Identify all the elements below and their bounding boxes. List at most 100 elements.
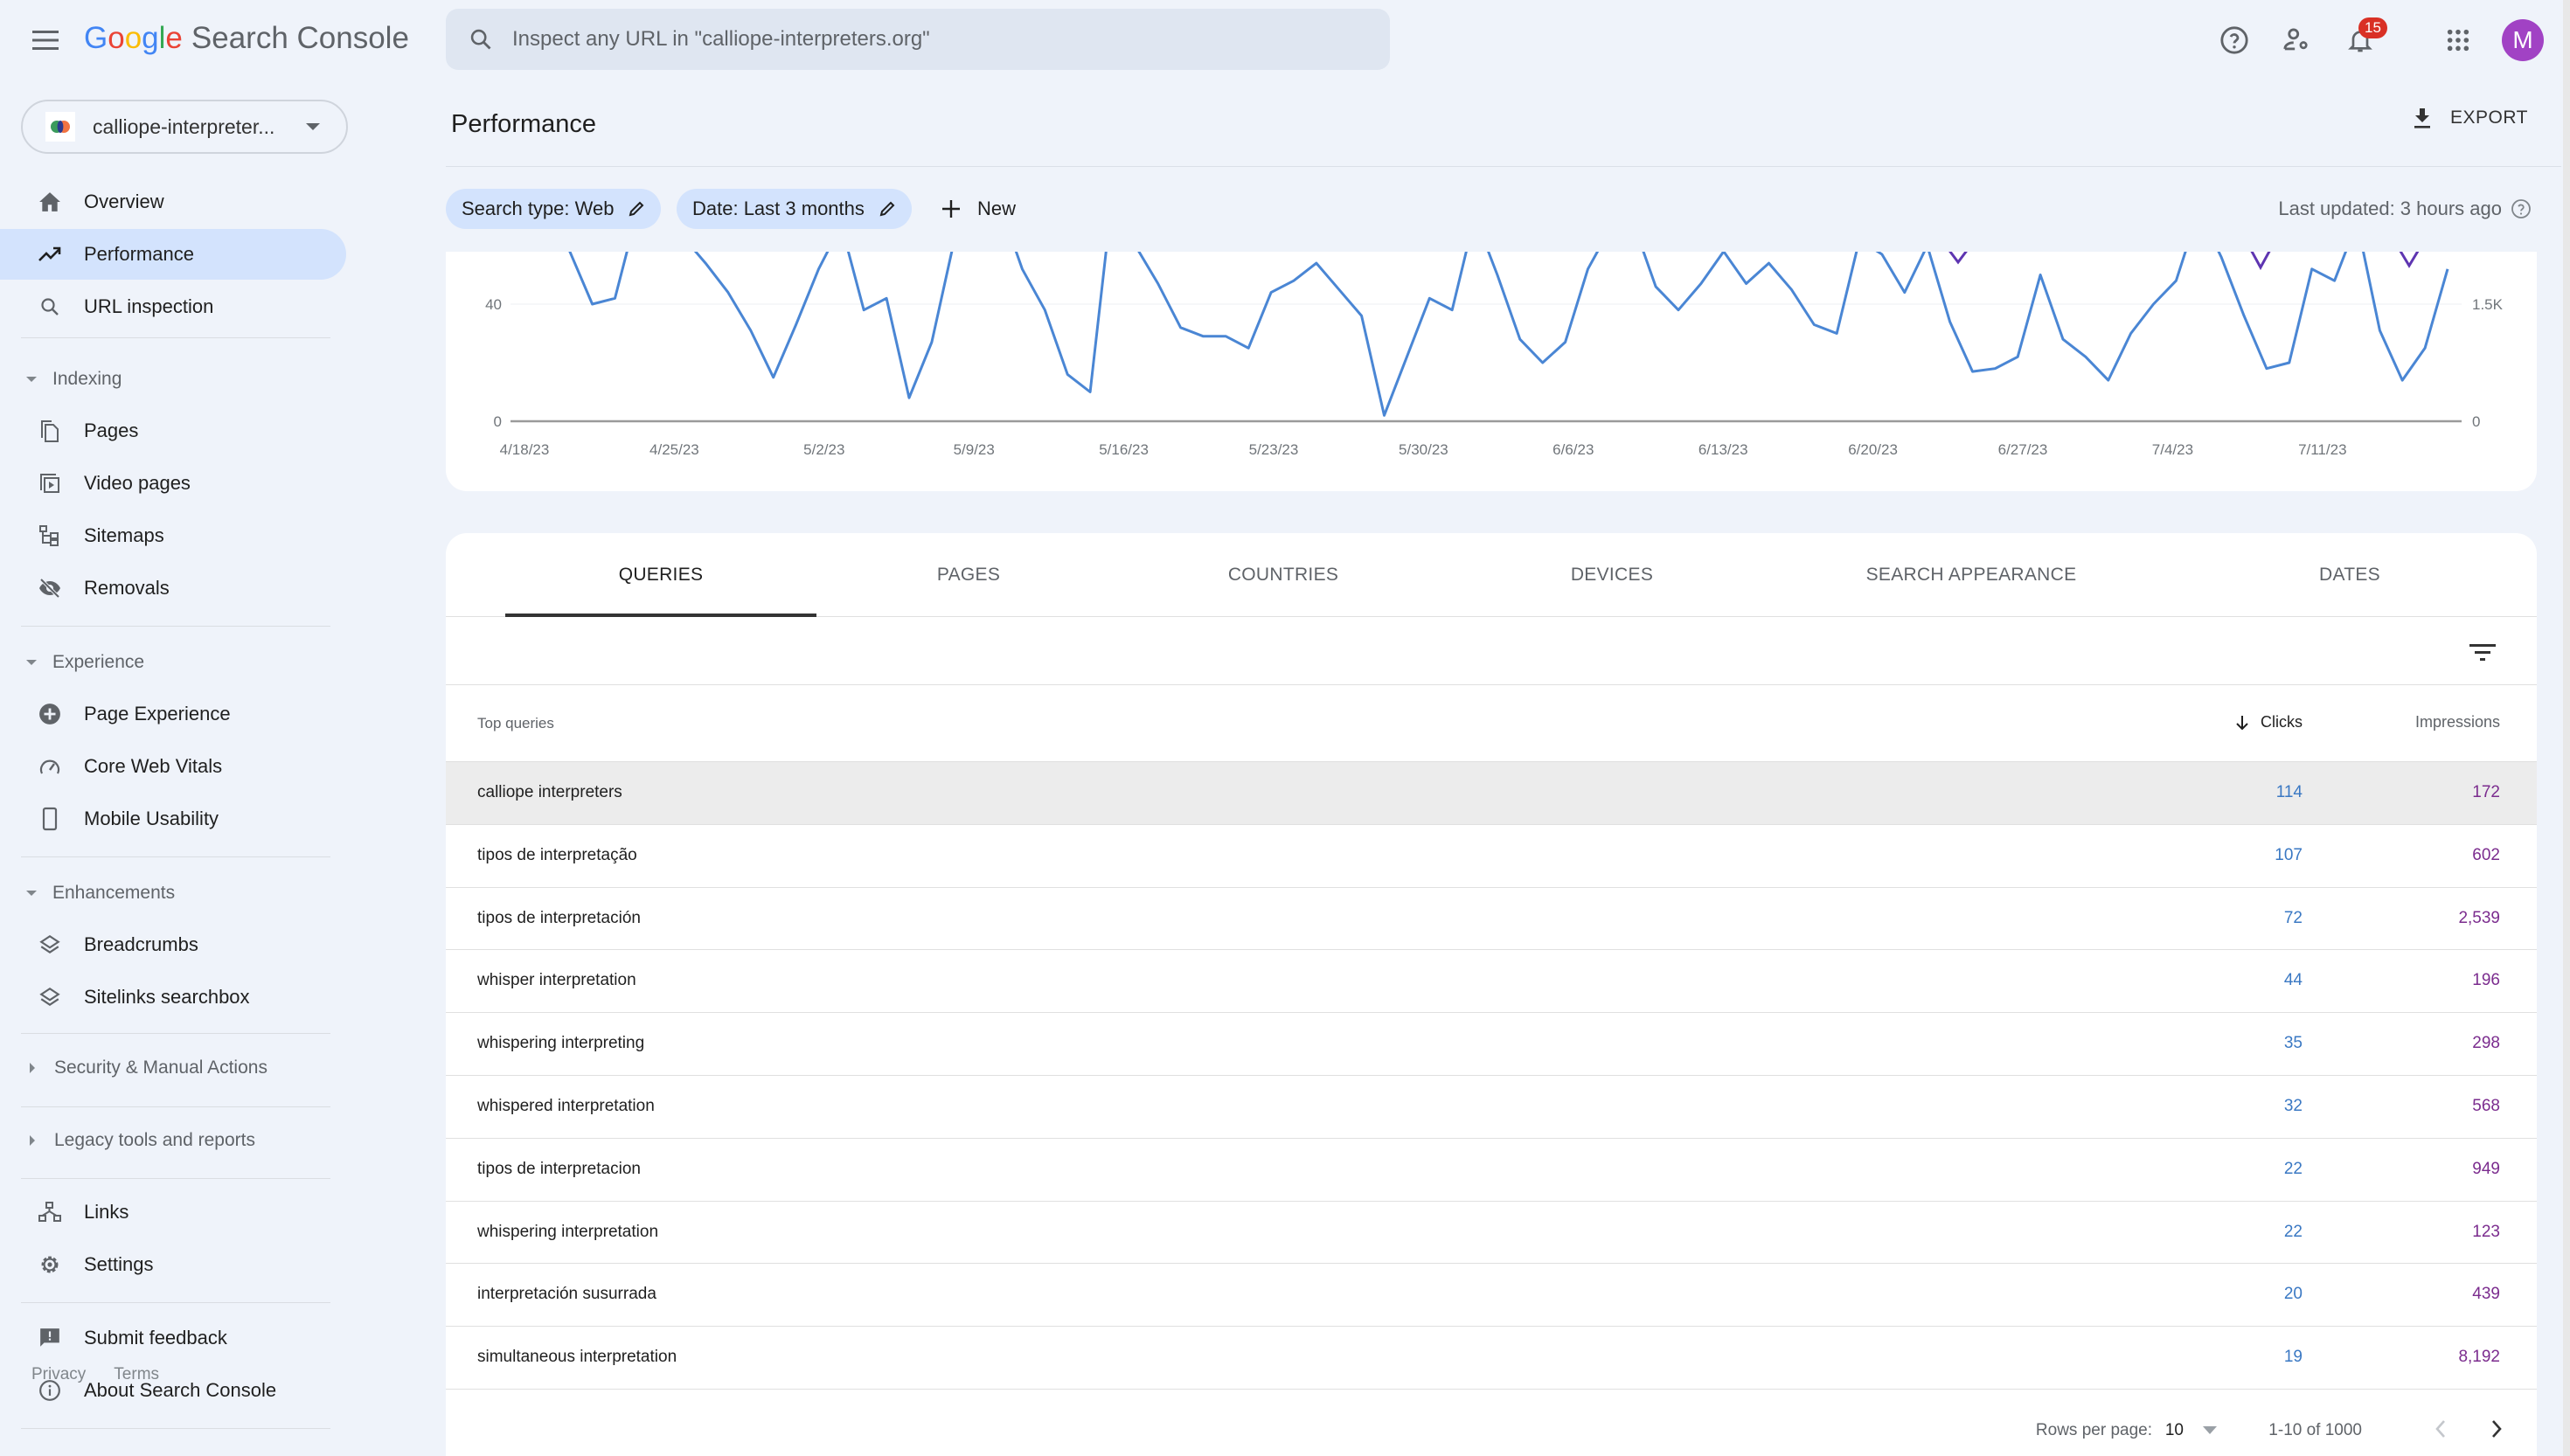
- filter-chip-label: Date: Last 3 months: [692, 198, 865, 219]
- help-button[interactable]: [2213, 19, 2255, 61]
- speed-gauge-icon: [39, 759, 60, 774]
- nav-overview[interactable]: Overview: [0, 177, 346, 227]
- filter-rows-button[interactable]: [2463, 633, 2502, 671]
- section-security-toggle[interactable]: Security & Manual Actions: [26, 1050, 267, 1085]
- x-axis-tick-label: 5/23/23: [1249, 441, 1299, 458]
- nav-sitelinks-searchbox[interactable]: Sitelinks searchbox: [0, 972, 346, 1023]
- right-axis-tick-label: 0: [2472, 413, 2480, 430]
- previous-page-button[interactable]: [2432, 1416, 2449, 1447]
- impressions-series-segment: [2250, 252, 2271, 271]
- table-row[interactable]: tipos de interpretação 107 602: [446, 825, 2537, 888]
- rows-per-page-select[interactable]: 10: [2165, 1421, 2217, 1440]
- apps-button[interactable]: [2437, 19, 2479, 61]
- rows-per-page-value: 10: [2164, 1421, 2184, 1439]
- property-selector[interactable]: calliope-interpreter...: [21, 100, 348, 154]
- x-axis-tick-label: 5/30/23: [1399, 441, 1448, 458]
- nav-label: Sitelinks searchbox: [84, 986, 250, 1008]
- next-page-button[interactable]: [2488, 1416, 2505, 1447]
- section-title: Legacy tools and reports: [54, 1130, 255, 1150]
- table-toolbar: [446, 617, 2537, 685]
- nav-performance[interactable]: Performance: [0, 229, 346, 280]
- tab-queries[interactable]: QUERIES: [505, 533, 816, 617]
- url-inspect-search[interactable]: [446, 9, 1390, 70]
- nav-url-inspection[interactable]: URL inspection: [0, 281, 346, 332]
- query-cell: interpretación susurrada: [477, 1285, 656, 1304]
- gear-icon: [41, 1256, 59, 1273]
- nav-label: Video pages: [84, 472, 191, 494]
- nav-video-pages[interactable]: Video pages: [0, 458, 346, 509]
- edit-pencil-icon: [879, 201, 895, 217]
- privacy-link[interactable]: Privacy: [31, 1365, 86, 1384]
- right-axis-tick-label: 1.5K: [2472, 296, 2504, 313]
- nav-breadcrumbs[interactable]: Breadcrumbs: [0, 919, 346, 970]
- table-row[interactable]: whispered interpretation 32 568: [446, 1076, 2537, 1139]
- nav-pages[interactable]: Pages: [0, 406, 346, 456]
- clicks-cell: 114: [2275, 783, 2303, 801]
- logo-letter: o: [124, 21, 142, 55]
- expand-arrow-icon: [26, 891, 37, 896]
- main-menu-button[interactable]: [26, 21, 65, 59]
- url-inspect-input[interactable]: [512, 27, 1299, 52]
- nav-links[interactable]: Links: [0, 1187, 346, 1238]
- home-icon: [39, 192, 60, 211]
- plus-icon: [942, 200, 960, 218]
- clicks-cell: 19: [2283, 1348, 2303, 1367]
- new-filter-button[interactable]: New: [941, 189, 1016, 229]
- nav-label: Submit feedback: [84, 1327, 227, 1349]
- section-indexing-toggle[interactable]: Indexing: [26, 362, 122, 397]
- clicks-cell: 72: [2283, 908, 2303, 927]
- page-scrollbar[interactable]: [2563, 0, 2570, 1456]
- export-button[interactable]: EXPORT: [2412, 107, 2528, 129]
- tab-search-appearance[interactable]: SEARCH APPEARANCE: [1731, 533, 2212, 617]
- logo-letter: g: [142, 21, 159, 55]
- trending-up-icon: [38, 246, 61, 261]
- section-experience-toggle[interactable]: Experience: [26, 645, 144, 680]
- tab-pages[interactable]: PAGES: [813, 533, 1124, 617]
- logo-letter: o: [108, 21, 125, 55]
- nav-core-web-vitals[interactable]: Core Web Vitals: [0, 741, 346, 792]
- property-favicon: [45, 112, 75, 142]
- account-avatar[interactable]: M: [2502, 19, 2544, 61]
- notifications-button[interactable]: 15: [2339, 17, 2387, 61]
- table-row[interactable]: calliope interpreters 114 172: [446, 762, 2537, 825]
- section-enhancements-toggle[interactable]: Enhancements: [26, 876, 175, 911]
- table-row[interactable]: whispering interpreting 35 298: [446, 1013, 2537, 1076]
- property-name: calliope-interpreter...: [93, 114, 275, 138]
- feedback-icon: [40, 1328, 59, 1347]
- nav-label: Pages: [84, 419, 139, 441]
- table-row[interactable]: tipos de interpretacion 22 949: [446, 1139, 2537, 1202]
- help-icon[interactable]: [2511, 198, 2532, 219]
- nav-sitemaps[interactable]: Sitemaps: [0, 510, 346, 561]
- users-permissions-button[interactable]: [2276, 19, 2318, 61]
- terms-link[interactable]: Terms: [114, 1365, 159, 1384]
- search-console-logo[interactable]: Google Search Console: [84, 21, 409, 56]
- nav-removals[interactable]: Removals: [0, 563, 346, 614]
- table-row[interactable]: simultaneous interpretation 19 8,192: [446, 1327, 2537, 1390]
- sidebar-divider: [21, 1106, 330, 1107]
- table-row[interactable]: interpretación susurrada 20 439: [446, 1264, 2537, 1328]
- nav-submit-feedback[interactable]: Submit feedback: [0, 1313, 346, 1363]
- nav-label: Overview: [84, 191, 164, 212]
- table-row[interactable]: whisper interpretation 44 196: [446, 950, 2537, 1014]
- pagination: Rows per page: 10 1-10 of 1000: [446, 1407, 2537, 1456]
- nav-page-experience[interactable]: Page Experience: [0, 689, 346, 739]
- filter-chip-date[interactable]: Date: Last 3 months: [677, 189, 912, 229]
- column-header-impressions[interactable]: Impressions: [2415, 713, 2500, 731]
- column-header-clicks[interactable]: Clicks: [2234, 713, 2303, 731]
- pages-icon: [41, 420, 59, 442]
- plus-circle-icon: [39, 704, 60, 725]
- nav-settings[interactable]: Settings: [0, 1239, 346, 1290]
- clicks-series-line: [568, 252, 2449, 417]
- top-app-bar: Google Search Console 15 M: [0, 0, 2570, 80]
- section-legacy-toggle[interactable]: Legacy tools and reports: [26, 1123, 255, 1158]
- nav-label: URL inspection: [84, 295, 214, 317]
- table-row[interactable]: tipos de interpretación 72 2,539: [446, 888, 2537, 951]
- tab-countries[interactable]: COUNTRIES: [1128, 533, 1439, 617]
- tab-devices[interactable]: DEVICES: [1456, 533, 1768, 617]
- nav-label: Sitemaps: [84, 524, 164, 546]
- collapsed-arrow-icon: [30, 1063, 35, 1073]
- tab-dates[interactable]: DATES: [2194, 533, 2505, 617]
- nav-mobile-usability[interactable]: Mobile Usability: [0, 794, 346, 844]
- filter-chip-search-type[interactable]: Search type: Web: [446, 189, 662, 229]
- table-row[interactable]: whispering interpretation 22 123: [446, 1202, 2537, 1265]
